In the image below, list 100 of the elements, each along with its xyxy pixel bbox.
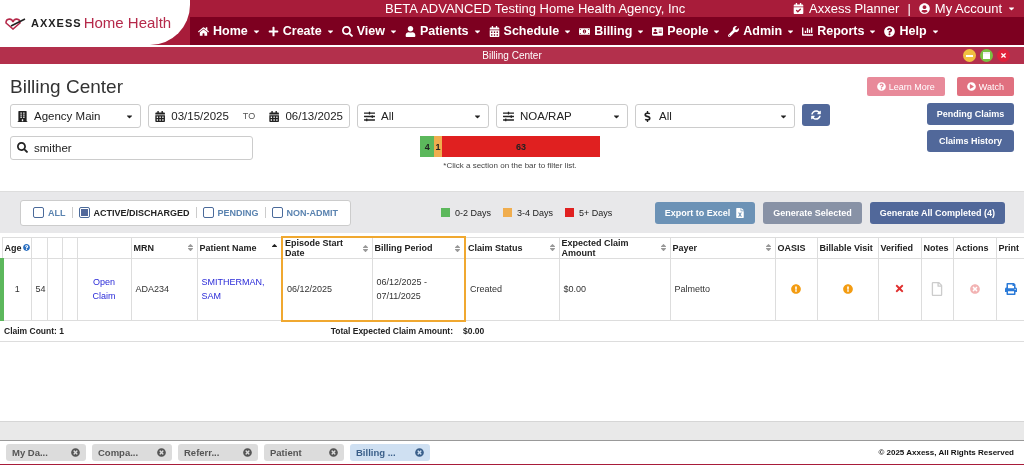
taskbar-tab[interactable]: Billing ...: [350, 444, 430, 461]
minimize-button[interactable]: [963, 49, 976, 62]
plus-icon: [267, 25, 279, 37]
column-header[interactable]: Episode Start Date: [282, 237, 372, 259]
status-filter[interactable]: NON-ADMIT: [264, 207, 345, 218]
sort-icon[interactable]: [185, 243, 195, 253]
print-icon[interactable]: [1005, 282, 1017, 295]
sort-icon[interactable]: [547, 243, 557, 253]
close-icon[interactable]: [157, 448, 166, 457]
bar-hint: *Click a section on the bar to filter list.: [443, 161, 577, 170]
column-header[interactable]: Verified: [878, 237, 921, 259]
cell-text: 1: [14, 284, 20, 295]
close-icon[interactable]: [71, 448, 80, 457]
checkbox[interactable]: [78, 207, 90, 218]
copyright: © 2025 Axxess, All Rights Reserved: [878, 448, 1014, 457]
refresh-icon: [811, 110, 821, 120]
caret-icon: [1007, 4, 1016, 13]
cell-text: 06/12/2025: [287, 284, 333, 295]
column-header[interactable]: Payer: [670, 237, 775, 259]
status-filter[interactable]: PENDING: [195, 207, 265, 218]
sliders-icon: [503, 110, 514, 122]
status-filter[interactable]: ALL: [27, 207, 72, 218]
total-amount: $0.00: [462, 326, 486, 336]
checkbox[interactable]: [202, 207, 214, 218]
filter-select[interactable]: All: [357, 104, 489, 128]
payer-select[interactable]: All: [635, 104, 795, 128]
nav-menu[interactable]: Reports: [802, 24, 878, 38]
cell-text: ADA234: [135, 284, 170, 295]
claim-type-select[interactable]: NOA/RAP: [496, 104, 628, 128]
sort-icon[interactable]: [658, 243, 668, 253]
dollar-icon: [642, 110, 653, 122]
column-header[interactable]: Expected Claim Amount: [559, 237, 670, 259]
close-icon[interactable]: [329, 448, 338, 457]
warning-icon: [842, 283, 853, 294]
column-header[interactable]: Age: [2, 237, 31, 259]
agency-name: BETA ADVANCED Testing Home Health Agency, Inc: [385, 1, 687, 16]
age-bar-segment[interactable]: 4: [420, 136, 435, 157]
refresh-button[interactable]: [802, 104, 830, 126]
legend-label: 0-2 Days: [455, 207, 492, 218]
checkbox[interactable]: [271, 207, 283, 218]
column-header[interactable]: OASIS: [775, 237, 817, 259]
nav-menu[interactable]: Patients: [404, 24, 482, 38]
id-card-icon: [652, 25, 664, 37]
sliders-icon: [364, 110, 375, 122]
column-header[interactable]: Claim Status: [465, 237, 559, 259]
column-header[interactable]: MRN: [131, 237, 197, 259]
planner-link[interactable]: Axxess Planner: [793, 1, 900, 16]
cell-text: 54: [35, 284, 46, 295]
column-header[interactable]: Actions: [953, 237, 996, 259]
nav-menu[interactable]: People: [652, 24, 722, 38]
column-header[interactable]: Print: [996, 237, 1024, 259]
maximize-button[interactable]: [980, 49, 993, 62]
age-bar-segment[interactable]: 1: [434, 136, 442, 157]
search-field[interactable]: smither: [10, 136, 253, 160]
nav-menu[interactable]: Schedule: [488, 24, 573, 38]
user-icon: [918, 3, 930, 14]
column-header[interactable]: Billing Period: [372, 237, 465, 259]
close-icon[interactable]: [243, 448, 252, 457]
calendar-check-icon: [793, 3, 805, 14]
column-header[interactable]: Notes: [921, 237, 953, 259]
nav-menu[interactable]: Billing: [579, 24, 646, 38]
close-icon: [1000, 52, 1007, 59]
nav-menu[interactable]: Home: [198, 24, 261, 38]
column-header[interactable]: Patient Name: [197, 237, 282, 259]
total-label: Total Expected Claim Amount:: [330, 326, 453, 336]
calendar-icon: [269, 110, 280, 122]
nav-menu[interactable]: Help: [884, 24, 940, 38]
calendar-icon: [488, 25, 500, 37]
action-button[interactable]: Generate All Completed (4): [869, 201, 1005, 224]
help-icon: [876, 82, 886, 91]
nav-menu[interactable]: View: [341, 24, 398, 38]
claim-count: Claim Count: 1: [3, 326, 64, 336]
column-header[interactable]: Billable Visit: [817, 237, 878, 259]
nav-menu[interactable]: Admin: [728, 24, 796, 38]
legend-label: 5+ Days: [579, 207, 613, 218]
sort-icon[interactable]: [453, 243, 462, 253]
taskbar-tab[interactable]: My Da...: [6, 444, 86, 461]
close-button[interactable]: [997, 49, 1010, 62]
sort-icon[interactable]: [360, 243, 370, 253]
excel-file-icon: [735, 207, 746, 218]
taskbar-tab[interactable]: Patient: [264, 444, 344, 461]
warning-icon: [791, 283, 801, 294]
cell-text: 06/12/2025 - 07/11/2025: [376, 276, 428, 302]
help-icon: [884, 25, 896, 37]
sort-icon[interactable]: [763, 243, 773, 253]
calendar-icon: [155, 110, 166, 122]
date-range-field[interactable]: 03/15/2025 TO 06/13/2025: [148, 104, 350, 128]
help-icon[interactable]: [22, 244, 30, 252]
page-title: Billing Center: [10, 76, 123, 98]
wrench-icon: [728, 25, 740, 37]
taskbar-tab[interactable]: Referr...: [178, 444, 258, 461]
taskbar-tab[interactable]: Compa...: [92, 444, 172, 461]
side-button[interactable]: Pending Claims: [927, 103, 1014, 125]
account-menu[interactable]: My Account: [918, 1, 1016, 16]
branch-select[interactable]: Agency Main: [10, 104, 141, 128]
side-button[interactable]: Claims History: [927, 130, 1014, 152]
close-icon[interactable]: [415, 448, 424, 457]
checkbox[interactable]: [33, 207, 44, 218]
status-filter[interactable]: ACTIVE/DISCHARGED: [71, 207, 196, 218]
nav-menu[interactable]: Create: [267, 24, 335, 38]
